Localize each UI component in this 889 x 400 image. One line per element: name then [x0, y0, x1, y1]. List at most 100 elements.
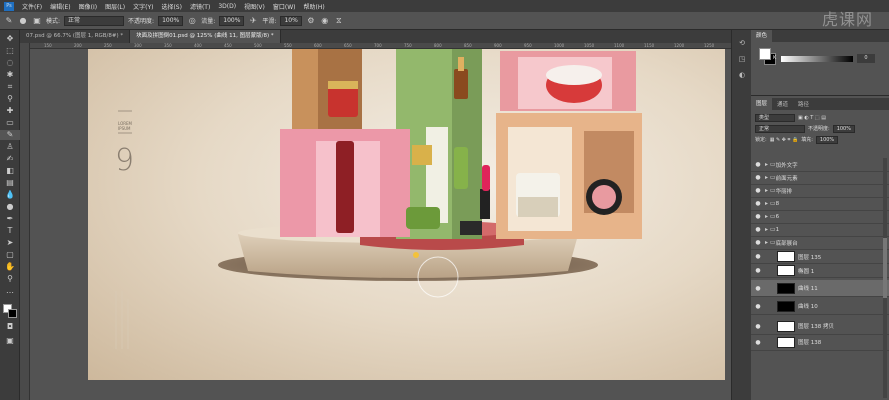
quick-select-tool-icon[interactable]: ✱ [0, 70, 20, 80]
shape-tool-icon[interactable]: ▢ [0, 250, 20, 260]
layer-filter-select[interactable]: 类型 [755, 113, 795, 122]
visibility-eye-icon[interactable]: ● [751, 323, 765, 330]
background-color-swatch[interactable] [8, 309, 17, 318]
layer-row[interactable]: ● ▸ ▭ 6 [751, 210, 889, 224]
menu-edit[interactable]: 编辑(E) [46, 2, 74, 11]
color-panel-fg-swatch[interactable] [759, 48, 771, 60]
layer-row[interactable]: ● ▸ ▭ 华丽排 [751, 184, 889, 198]
dodge-tool-icon[interactable]: ● [0, 202, 20, 212]
layer-row[interactable]: ● ▸ ▭ 8 [751, 197, 889, 211]
tab-color[interactable]: 颜色 [751, 30, 773, 42]
flow-field[interactable]: 100% [219, 15, 245, 26]
layer-thumbnail[interactable] [777, 336, 795, 348]
visibility-eye-icon[interactable]: ● [751, 267, 765, 274]
visibility-eye-icon[interactable]: ● [751, 226, 765, 233]
type-tool-icon[interactable]: T [0, 226, 20, 236]
brush-panel-icon[interactable]: ▣ [32, 16, 42, 26]
path-select-tool-icon[interactable]: ➤ [0, 238, 20, 248]
crop-tool-icon[interactable]: ⌗ [0, 82, 20, 92]
smoothing-field[interactable]: 10% [280, 15, 302, 26]
canvas-area[interactable]: LOREM IPSUM 9 [30, 49, 731, 400]
zoom-tool-icon[interactable]: ⚲ [0, 274, 20, 284]
folder-icon[interactable]: ▸ ▭ [765, 161, 776, 168]
folder-icon[interactable]: ▸ ▭ [765, 239, 776, 246]
pressure-opacity-icon[interactable]: ◎ [187, 16, 197, 26]
visibility-eye-icon[interactable]: ● [751, 303, 765, 310]
visibility-eye-icon[interactable]: ● [751, 187, 765, 194]
tab-document-1[interactable]: 07.psd @ 66.7% (图层 1, RGB/8#) * [20, 30, 131, 43]
folder-icon[interactable]: ▸ ▭ [765, 226, 776, 233]
mask-tool-icon[interactable]: ▭ [0, 118, 20, 128]
layer-thumbnail[interactable] [777, 265, 795, 276]
airbrush-icon[interactable]: ✈ [248, 16, 258, 26]
brush-preset-icon[interactable]: ● [18, 16, 28, 26]
layer-row[interactable]: ● 图层 138 [751, 334, 889, 351]
layer-row[interactable]: ● ▸ ▭ 加外文字 [751, 158, 889, 172]
visibility-eye-icon[interactable]: ● [751, 161, 765, 168]
folder-icon[interactable]: ▸ ▭ [765, 174, 776, 181]
layer-row[interactable]: ● 图层 138 拷贝 [751, 318, 889, 335]
smoothing-settings-icon[interactable]: ⚙ [306, 16, 316, 26]
menu-file[interactable]: 文件(F) [18, 2, 46, 11]
layer-thumbnail[interactable] [777, 300, 795, 312]
adjustments-panel-icon[interactable]: ◐ [737, 70, 747, 80]
eraser-tool-icon[interactable]: ◧ [0, 166, 20, 176]
fill-field[interactable]: 100% [815, 135, 839, 144]
tab-document-2[interactable]: 块面及拼图倒01.psd @ 125% (曲线 11, 图层蒙版/8) * [130, 30, 281, 43]
blur-tool-icon[interactable]: 💧 [0, 190, 20, 200]
visibility-eye-icon[interactable]: ● [751, 253, 765, 260]
screen-mode-icon[interactable]: ▣ [0, 336, 20, 346]
healing-tool-icon[interactable]: ✚ [0, 106, 20, 116]
history-brush-icon[interactable]: ✍ [0, 154, 20, 164]
folder-icon[interactable]: ▸ ▭ [765, 200, 776, 207]
layer-row[interactable]: ● ▸ ▭ 前面元素 [751, 171, 889, 185]
visibility-eye-icon[interactable]: ● [751, 285, 765, 292]
symmetry-icon[interactable]: ⧖ [334, 16, 344, 26]
opacity-field[interactable]: 100% [158, 15, 184, 26]
visibility-eye-icon[interactable]: ● [751, 174, 765, 181]
menu-select[interactable]: 选择(S) [157, 2, 186, 11]
pressure-size-icon[interactable]: ◉ [320, 16, 330, 26]
eyedropper-tool-icon[interactable]: ⚲ [0, 94, 20, 104]
menu-help[interactable]: 帮助(H) [300, 2, 329, 11]
menu-view[interactable]: 视图(V) [240, 2, 269, 11]
filter-icons[interactable]: ▣ ◐ T ⬚ ▤ [798, 115, 826, 121]
brush-tool-icon-active[interactable]: ✎ [0, 130, 20, 140]
tab-channels[interactable]: 通道 [772, 100, 793, 108]
tab-paths[interactable]: 路径 [793, 100, 814, 108]
lasso-tool-icon[interactable]: ◌ [0, 58, 20, 68]
menu-image[interactable]: 图像(I) [75, 2, 101, 11]
mode-select[interactable]: 正常 [64, 15, 125, 26]
visibility-eye-icon[interactable]: ● [751, 339, 765, 346]
tab-layers[interactable]: 图层 [751, 98, 773, 110]
properties-panel-icon[interactable]: ◳ [737, 54, 747, 64]
lock-icons[interactable]: ▦ ✎ ✥ ⌗ 🔒 [770, 137, 799, 143]
visibility-eye-icon[interactable]: ● [751, 239, 765, 246]
menu-window[interactable]: 窗口(W) [269, 2, 300, 11]
layer-thumbnail[interactable] [777, 320, 795, 332]
k-slider[interactable] [781, 56, 853, 62]
menu-type[interactable]: 文字(Y) [129, 2, 157, 11]
layer-row[interactable]: ● 椭圆 1 [751, 264, 889, 278]
layer-thumbnail[interactable] [777, 282, 795, 294]
more-tools-icon[interactable]: … [0, 286, 20, 296]
pen-tool-icon[interactable]: ✒ [0, 214, 20, 224]
blend-mode-select[interactable]: 正常 [755, 124, 805, 133]
layer-row[interactable]: ● 曲线 11 [751, 280, 889, 297]
history-panel-icon[interactable]: ⟲ [737, 38, 747, 48]
gradient-tool-icon[interactable]: ▤ [0, 178, 20, 188]
layer-row[interactable]: ● ▸ ▭ 底部展台 [751, 236, 889, 250]
quick-mask-icon[interactable]: ◘ [0, 322, 20, 332]
marquee-tool-icon[interactable]: ⬚ [0, 46, 20, 56]
layers-scrollbar[interactable] [883, 158, 887, 398]
brush-tool-icon[interactable]: ✎ [4, 16, 14, 26]
layer-thumbnail[interactable] [777, 251, 795, 262]
move-tool-icon[interactable]: ✥ [0, 34, 20, 44]
layer-row[interactable]: ● 图层 135 [751, 250, 889, 264]
layer-row[interactable]: ● 曲线 10 [751, 298, 889, 315]
artwork-canvas[interactable]: LOREM IPSUM 9 [88, 49, 725, 380]
layer-opacity-field[interactable]: 100% [832, 124, 855, 133]
folder-icon[interactable]: ▸ ▭ [765, 213, 776, 220]
stamp-tool-icon[interactable]: ♙ [0, 142, 20, 152]
layer-row[interactable]: ● ▸ ▭ 1 [751, 223, 889, 237]
